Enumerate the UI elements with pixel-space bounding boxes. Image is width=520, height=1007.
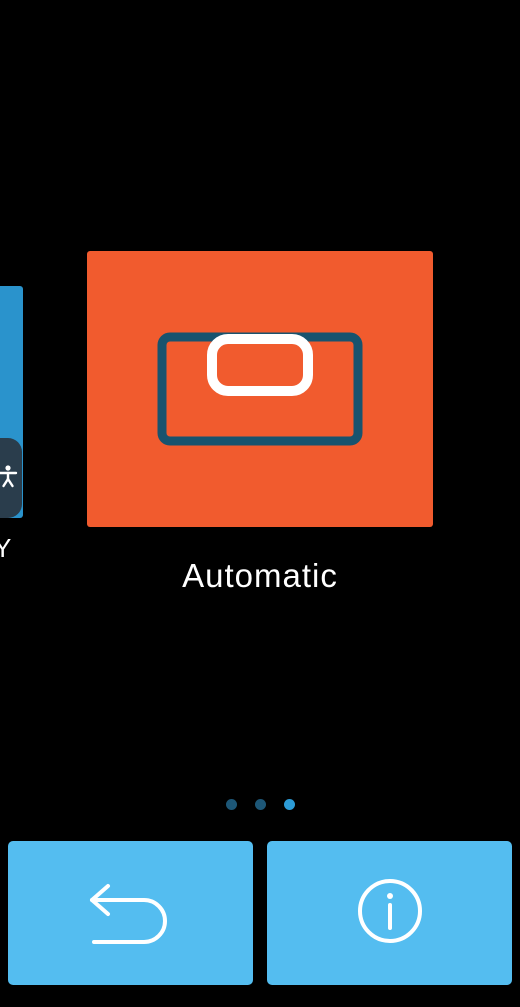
info-button[interactable] [267,841,512,985]
back-button[interactable] [8,841,253,985]
info-icon [355,876,425,951]
pager-dot[interactable] [255,799,266,810]
back-arrow-icon [86,876,176,951]
automatic-mode-card[interactable] [87,251,433,527]
accessibility-icon [0,463,18,494]
automatic-mode-icon [157,332,363,446]
pager-dot-active[interactable] [284,799,295,810]
pager-dot[interactable] [226,799,237,810]
previous-mode-label: Y [0,533,12,563]
accessibility-button[interactable] [0,438,22,518]
current-mode-label: Automatic [182,557,338,594]
carousel-pager [0,799,520,811]
